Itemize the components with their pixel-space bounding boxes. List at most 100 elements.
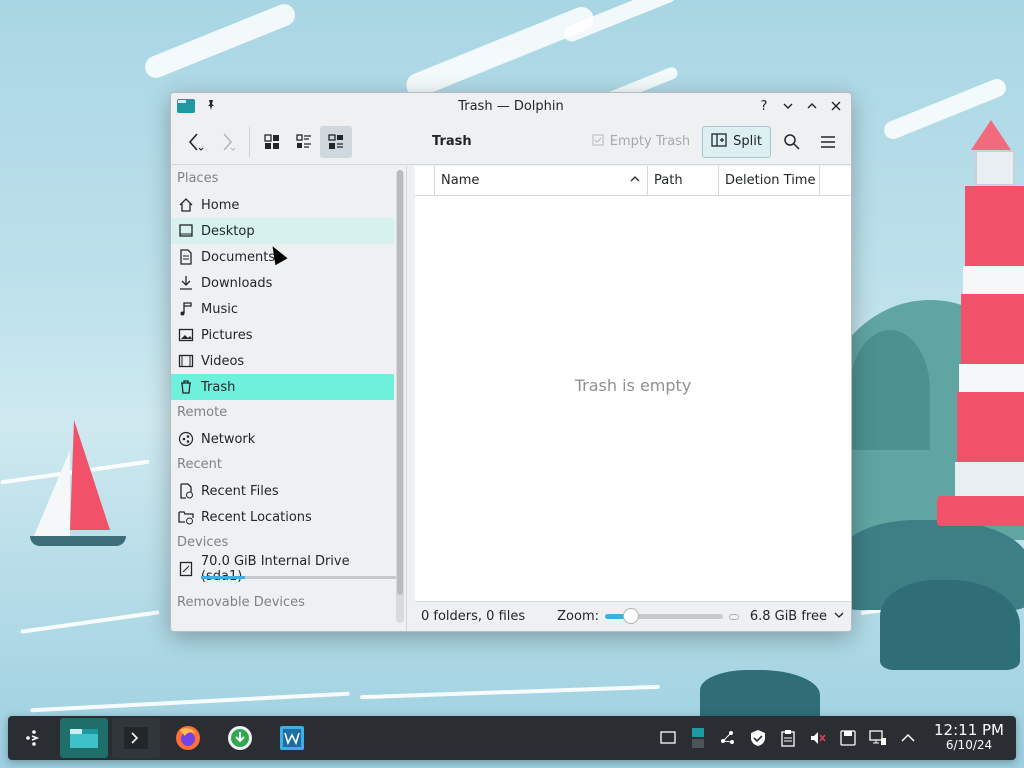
free-space-label: 6.8 GiB free <box>749 609 827 624</box>
trash-icon <box>177 378 195 396</box>
places-item-label: Music <box>201 301 238 317</box>
volume-muted-icon[interactable] <box>808 728 828 748</box>
dolphin-window: Trash — Dolphin ? Trash Empty Trash Spli… <box>170 92 852 632</box>
forward-button[interactable] <box>211 126 243 158</box>
pin-icon[interactable] <box>205 99 217 114</box>
places-section-header: Places <box>177 171 219 186</box>
vm-manager-icon <box>280 726 304 750</box>
places-item-label: Documents <box>201 249 276 265</box>
system-tray: 12:11 PM 6/10/24 <box>658 723 1012 753</box>
places-scrollbar[interactable] <box>396 170 404 623</box>
places-item-downloads[interactable]: Downloads <box>171 270 394 296</box>
back-icon <box>188 132 204 151</box>
icons-view-icon <box>264 133 279 149</box>
downloads-icon <box>177 274 195 292</box>
disks-devices-icon[interactable] <box>838 728 858 748</box>
documents-icon <box>177 248 195 266</box>
minimize-button[interactable] <box>779 97 797 115</box>
digital-clock[interactable]: 12:11 PM 6/10/24 <box>934 723 1004 753</box>
zoom-slider-handle[interactable] <box>622 608 639 624</box>
clipboard-icon[interactable] <box>778 728 798 748</box>
places-item-label: 70.0 GiB Internal Drive (sda1) <box>200 554 350 584</box>
places-item-music[interactable]: Music <box>171 296 394 322</box>
hamburger-menu-icon <box>821 135 835 148</box>
recent-section-header: Recent <box>177 457 222 472</box>
free-space-button[interactable]: 6.8 GiB free <box>750 609 845 625</box>
icons-view-button[interactable] <box>256 126 288 158</box>
places-item-pictures[interactable]: Pictures <box>171 322 394 348</box>
split-icon <box>711 132 727 152</box>
status-counts: 0 folders, 0 files <box>421 609 526 624</box>
remote-section-header: Remote <box>177 405 228 420</box>
details-view-button[interactable] <box>320 125 352 158</box>
places-item-label: Home <box>201 197 240 213</box>
zoom-control: Zoom: <box>557 608 740 624</box>
wallpaper-lighthouse <box>937 120 1024 540</box>
places-item-trash[interactable]: Trash <box>171 374 394 400</box>
show-desktop-icon[interactable] <box>658 728 678 748</box>
file-view[interactable]: Name Path Deletion Time Trash is empty 0… <box>407 165 851 631</box>
tray-expand-chevron-up-icon[interactable] <box>898 728 918 748</box>
empty-trash-message: Trash is empty <box>574 376 692 395</box>
dolphin-icon <box>70 729 98 748</box>
places-item-label: Recent Files <box>201 483 279 499</box>
column-header-name[interactable]: Name <box>435 165 648 196</box>
wallpaper-sailboat <box>30 410 130 550</box>
wallpaper-wave <box>20 610 160 634</box>
application-launcher-button[interactable] <box>12 718 56 758</box>
taskbar-virtual-machine[interactable] <box>268 718 316 758</box>
desktop-icon <box>177 222 195 240</box>
wallpaper-rock <box>880 580 1020 670</box>
clock-time: 12:11 PM <box>934 721 1004 739</box>
wallpaper-wave <box>360 684 660 700</box>
kde-connect-icon[interactable] <box>718 728 738 748</box>
maximize-button[interactable] <box>803 97 821 115</box>
taskbar-discover[interactable] <box>216 718 264 758</box>
places-item-recent-files[interactable]: Recent Files <box>171 478 394 504</box>
pager-icon[interactable] <box>688 728 708 748</box>
drive-icon <box>177 560 195 578</box>
wallpaper-wave <box>30 691 350 713</box>
places-item-label: Videos <box>201 353 245 369</box>
close-button[interactable] <box>827 97 845 115</box>
wallpaper-rock <box>700 670 820 720</box>
places-item-home[interactable]: Home <box>171 192 394 218</box>
places-item-videos[interactable]: Videos <box>171 348 394 374</box>
split-button[interactable]: Split <box>702 125 771 158</box>
chevron-down-icon <box>833 609 845 625</box>
security-shield-icon[interactable] <box>748 728 768 748</box>
hamburger-menu-button[interactable] <box>813 127 843 157</box>
places-item-label: Trash <box>201 379 236 395</box>
places-item-desktop[interactable]: Desktop <box>171 218 394 244</box>
taskbar-konsole[interactable] <box>112 718 160 758</box>
column-path-label: Path <box>654 173 683 188</box>
drive-usage-fill <box>201 576 245 579</box>
taskbar-dolphin[interactable] <box>60 718 108 758</box>
download-manager-icon <box>228 726 252 750</box>
empty-trash-button[interactable]: Empty Trash <box>586 134 696 150</box>
column-header-deletion-time[interactable]: Deletion Time <box>719 165 820 196</box>
search-button[interactable] <box>777 127 807 157</box>
empty-trash-label: Empty Trash <box>609 134 691 149</box>
back-button[interactable] <box>179 126 211 158</box>
window-title: Trash — Dolphin <box>458 98 564 114</box>
taskbar-firefox[interactable] <box>164 718 212 758</box>
dolphin-app-icon[interactable] <box>177 99 195 113</box>
network-connection-icon[interactable] <box>868 728 888 748</box>
column-deletion-time-label: Deletion Time <box>725 173 816 188</box>
recent-locations-icon <box>177 508 195 526</box>
zoom-slider[interactable] <box>605 608 724 624</box>
places-item-network[interactable]: Network <box>171 426 394 452</box>
removable-section-header: Removable Devices <box>177 595 305 610</box>
taskbar: 12:11 PM 6/10/24 <box>8 716 1016 760</box>
title-bar[interactable]: Trash — Dolphin ? <box>171 93 851 119</box>
compact-view-button[interactable] <box>288 126 320 158</box>
compact-view-icon <box>296 133 311 148</box>
help-button[interactable]: ? <box>755 97 773 115</box>
firefox-icon <box>176 726 200 750</box>
column-header-path[interactable]: Path <box>648 165 719 196</box>
column-name-label: Name <box>441 173 480 188</box>
column-header-row: Name Path Deletion Time <box>415 165 851 196</box>
places-item-recent-locations[interactable]: Recent Locations <box>171 504 394 530</box>
wallpaper-cloud <box>402 3 598 101</box>
